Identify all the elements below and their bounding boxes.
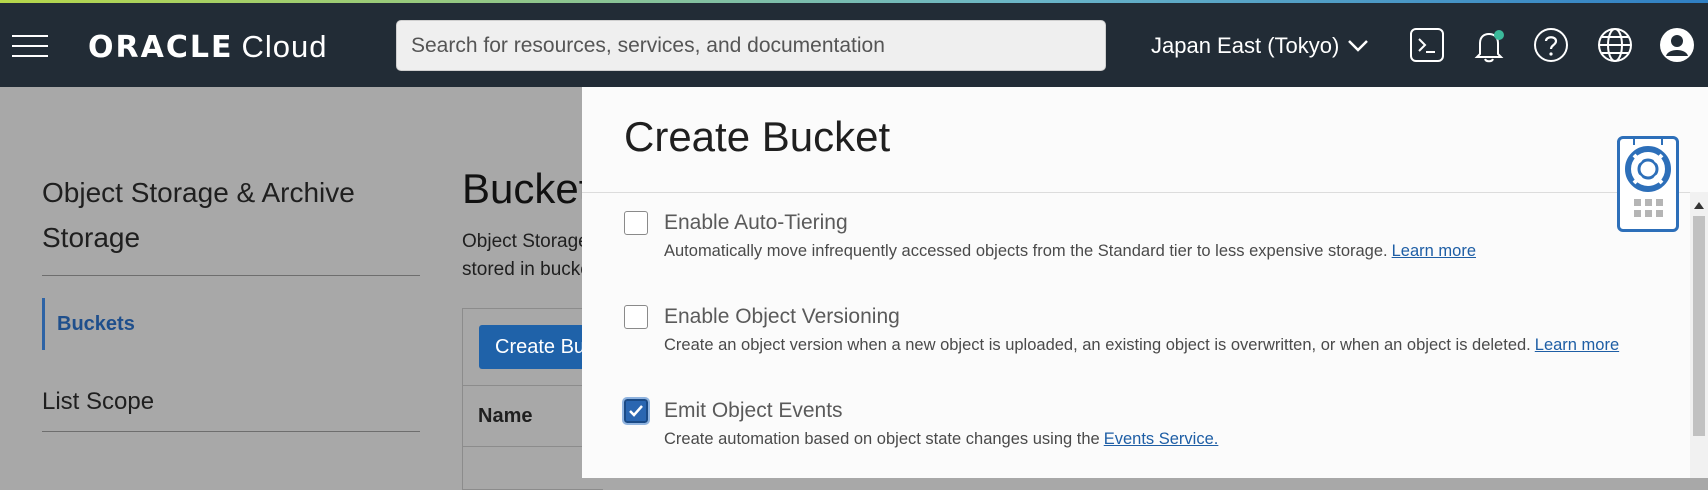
- scrollbar-thumb[interactable]: [1693, 216, 1705, 436]
- chevron-down-icon: [1348, 40, 1369, 52]
- drawer-scrollbar[interactable]: [1690, 192, 1708, 478]
- events-service-link[interactable]: Events Service.: [1104, 430, 1219, 448]
- table-divider: [462, 385, 602, 386]
- option-description-text: Create an object version when a new obje…: [664, 336, 1531, 354]
- drawer-title: Create Bucket: [624, 113, 891, 160]
- list-scope-heading: List Scope: [42, 388, 155, 415]
- logo-brand: ORACLE: [88, 30, 234, 65]
- help-widget[interactable]: [1617, 136, 1679, 232]
- menu-icon[interactable]: [12, 35, 48, 59]
- option-label: Emit Object Events: [664, 399, 843, 422]
- option-description: Create an object version when a new obje…: [664, 336, 1619, 355]
- region-label: Japan East (Tokyo): [1151, 33, 1340, 58]
- profile-avatar-icon[interactable]: [1659, 27, 1695, 63]
- option-description: Create automation based on object state …: [664, 430, 1218, 449]
- search-input[interactable]: [396, 20, 1106, 71]
- option-description: Automatically move infrequently accessed…: [664, 242, 1476, 261]
- bell-icon[interactable]: [1471, 27, 1507, 63]
- help-icon[interactable]: [1533, 27, 1569, 63]
- region-selector[interactable]: Japan East (Tokyo): [1151, 33, 1369, 59]
- create-bucket-button[interactable]: Create Bucket: [479, 325, 599, 369]
- page-description-line: stored in buckets: [462, 259, 592, 280]
- learn-more-link[interactable]: Learn more: [1392, 242, 1476, 260]
- logo-product: Cloud: [241, 29, 328, 64]
- option-label: Enable Object Versioning: [664, 305, 900, 328]
- nav-item-label: Buckets: [57, 312, 135, 335]
- option-description-text: Create automation based on object state …: [664, 430, 1100, 448]
- left-navigation: Object Storage & Archive Storage Buckets…: [42, 87, 420, 432]
- object-versioning-checkbox[interactable]: [624, 305, 648, 329]
- page-description: Object Storage stored in buckets: [462, 228, 592, 284]
- page-description-line: Object Storage: [462, 231, 589, 252]
- option-description-text: Automatically move infrequently accessed…: [664, 242, 1388, 260]
- oracle-cloud-logo[interactable]: ORACLE Cloud: [88, 29, 327, 65]
- nav-divider: [42, 431, 420, 432]
- nav-divider: [42, 275, 420, 276]
- emit-object-events-checkbox[interactable]: [622, 397, 650, 425]
- scroll-up-arrow-icon[interactable]: [1694, 202, 1704, 209]
- create-bucket-drawer: Create Bucket Enable Auto-Tiering Automa…: [582, 87, 1708, 478]
- checkmark-icon: [629, 405, 643, 417]
- cloud-shell-icon[interactable]: [1409, 27, 1445, 63]
- column-header-name[interactable]: Name: [478, 405, 532, 428]
- learn-more-link[interactable]: Learn more: [1535, 336, 1619, 354]
- nav-item-buckets[interactable]: Buckets: [42, 298, 420, 350]
- top-header: ORACLECloud Japan East (Tokyo): [0, 3, 1708, 87]
- option-label: Enable Auto-Tiering: [664, 211, 848, 234]
- globe-icon[interactable]: [1597, 27, 1633, 63]
- lifebuoy-icon: [1625, 139, 1671, 217]
- drawer-header-divider: [582, 192, 1690, 193]
- auto-tiering-checkbox[interactable]: [624, 211, 648, 235]
- nav-title: Object Storage & Archive Storage: [42, 177, 355, 253]
- table-divider: [462, 446, 602, 447]
